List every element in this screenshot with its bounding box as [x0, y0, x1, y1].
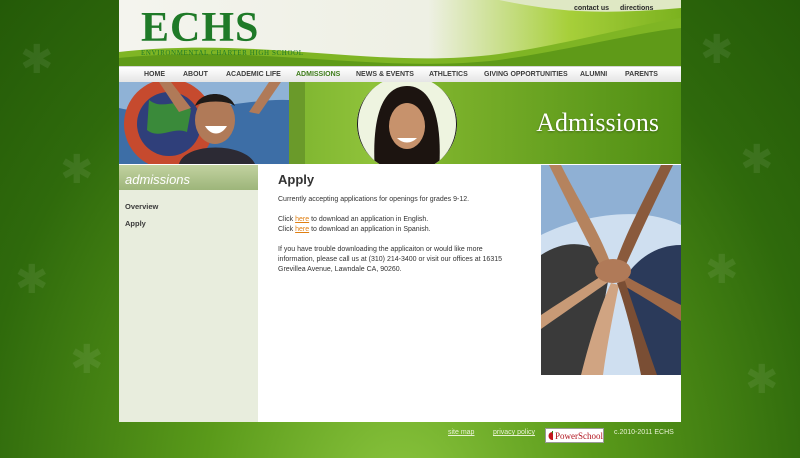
nav-about[interactable]: ABOUT [183, 71, 208, 78]
english-application-link[interactable]: here [295, 216, 309, 223]
leaf-pattern: ✱ [740, 138, 774, 182]
contact-text-line-3: Grevillea Avenue, Lawndale CA, 90260. [278, 266, 402, 273]
english-suffix: to download an application in English. [309, 216, 429, 223]
english-application-line: Click here to download an application in… [278, 215, 518, 225]
echs-logo[interactable]: ECHS ENVIRONMENTAL CHARTER HIGH SCHOOL [141, 5, 304, 57]
nav-athletics[interactable]: ATHLETICS [429, 71, 468, 78]
site-container: ECHS ENVIRONMENTAL CHARTER HIGH SCHOOL c… [119, 0, 681, 422]
contact-us-link[interactable]: contact us [574, 5, 609, 12]
spanish-prefix: Click [278, 226, 296, 233]
nav-home[interactable]: HOME [144, 71, 165, 78]
nav-academic-life[interactable]: ACADEMIC LIFE [226, 71, 281, 78]
sidebar-header: admissions [119, 165, 258, 190]
apple-icon [548, 431, 553, 440]
main-content: Apply Currently accepting applications f… [278, 172, 518, 275]
privacy-policy-link[interactable]: privacy policy [493, 429, 535, 436]
spanish-application-line: Click here to download an application in… [278, 225, 518, 235]
nav-alumni[interactable]: ALUMNI [580, 71, 607, 78]
contact-text-line-2: information, please call us at (310) 214… [278, 256, 502, 263]
team-hands-photo [541, 165, 681, 375]
nav-news-events[interactable]: NEWS & EVENTS [356, 71, 414, 78]
page-title: Apply [278, 172, 315, 187]
leaf-pattern: ✱ [70, 338, 104, 382]
site-map-link[interactable]: site map [448, 429, 474, 436]
english-prefix: Click [278, 216, 296, 223]
leaf-pattern: ✱ [745, 358, 779, 402]
contact-text-line-1: If you have trouble downloading the appl… [278, 246, 483, 253]
header: ECHS ENVIRONMENTAL CHARTER HIGH SCHOOL c… [119, 0, 681, 66]
nav-giving-opportunities[interactable]: GIVING OPPORTUNITIES [484, 71, 568, 78]
sidebar-title: admissions [125, 172, 191, 187]
banner: Admissions [119, 82, 681, 164]
leaf-pattern: ✱ [20, 38, 54, 82]
student-photo-laughing [119, 82, 305, 164]
leaf-pattern: ✱ [60, 148, 94, 192]
nav-parents[interactable]: PARENTS [625, 71, 658, 78]
powerschool-label: PowerSchool [555, 430, 603, 441]
sidebar-item-apply[interactable]: Apply [125, 219, 146, 228]
logo-text: ECHS [141, 5, 260, 51]
sidebar: admissions Overview Apply [119, 165, 258, 422]
leaf-pattern: ✱ [15, 258, 49, 302]
sidebar-item-overview[interactable]: Overview [125, 202, 158, 211]
spanish-application-link[interactable]: here [295, 226, 309, 233]
powerschool-button[interactable]: PowerSchool [545, 428, 604, 443]
leaf-pattern: ✱ [700, 28, 734, 72]
intro-text: Currently accepting applications for ope… [278, 196, 470, 203]
spanish-suffix: to download an application in Spanish. [309, 226, 431, 233]
copyright-text: c.2010-2011 ECHS [614, 429, 674, 436]
student-photo-smiling [357, 82, 457, 164]
nav-admissions[interactable]: ADMISSIONS [296, 71, 340, 78]
logo-subtitle: ENVIRONMENTAL CHARTER HIGH SCHOOL [141, 49, 304, 57]
directions-link[interactable]: directions [620, 5, 653, 12]
leaf-pattern: ✱ [705, 248, 739, 292]
banner-title: Admissions [536, 108, 659, 137]
